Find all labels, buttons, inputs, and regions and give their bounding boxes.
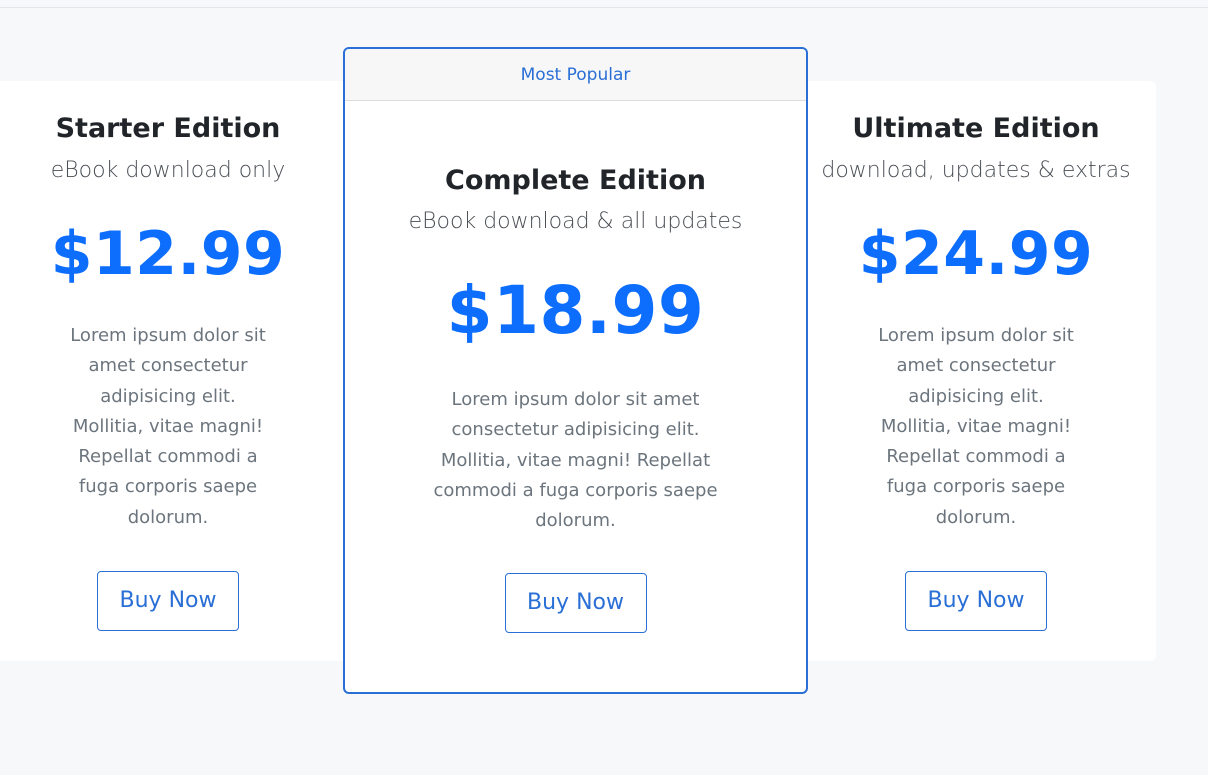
- buy-button-wrapper: Buy Now: [0, 571, 356, 631]
- pricing-card-starter: Starter Edition eBook download only $12.…: [0, 81, 356, 661]
- buy-button-wrapper: Buy Now: [345, 573, 806, 633]
- pricing-card-ultimate: Ultimate Edition download, updates & ext…: [796, 81, 1156, 661]
- plan-price: $18.99: [446, 272, 705, 349]
- plan-subtitle: eBook download & all updates: [408, 209, 743, 234]
- plan-subtitle: download, updates & extras: [821, 158, 1131, 183]
- buy-button-wrapper: Buy Now: [796, 571, 1156, 631]
- plan-title: Complete Edition: [445, 165, 706, 196]
- plan-price: $12.99: [50, 219, 286, 289]
- buy-now-button-complete[interactable]: Buy Now: [504, 573, 647, 633]
- plan-description: Lorem ipsum dolor sit amet consectetur a…: [878, 325, 1074, 528]
- plan-description: Lorem ipsum dolor sit amet consectetur a…: [433, 389, 718, 532]
- plan-title: Ultimate Edition: [852, 113, 1100, 144]
- plan-subtitle: eBook download only: [50, 158, 286, 183]
- pricing-card-complete: Most Popular Complete Edition eBook down…: [343, 47, 808, 694]
- top-divider: [0, 0, 1208, 8]
- plan-price: $24.99: [858, 219, 1094, 289]
- most-popular-badge: Most Popular: [345, 49, 806, 101]
- buy-now-button-starter[interactable]: Buy Now: [97, 571, 239, 631]
- buy-now-button-ultimate[interactable]: Buy Now: [905, 571, 1047, 631]
- plan-description: Lorem ipsum dolor sit amet consectetur a…: [70, 325, 266, 528]
- plan-title: Starter Edition: [55, 113, 281, 144]
